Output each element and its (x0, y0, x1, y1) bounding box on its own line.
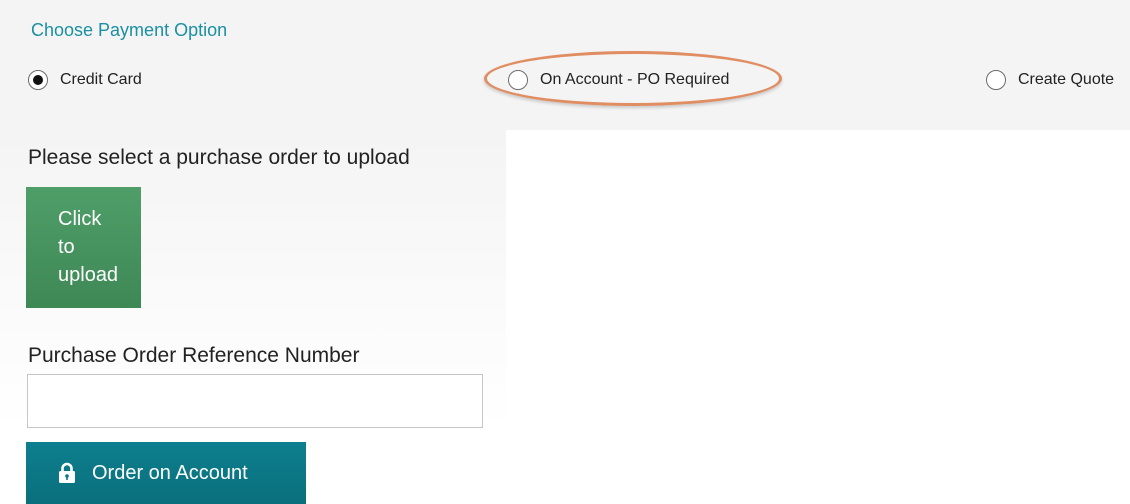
on-account-radio[interactable] (508, 70, 528, 90)
credit-card-radio[interactable] (28, 70, 48, 90)
po-reference-input[interactable] (27, 374, 483, 428)
payment-section-title: Choose Payment Option (31, 20, 228, 40)
credit-card-option[interactable]: Credit Card (28, 68, 142, 92)
po-reference-label: Purchase Order Reference Number (28, 344, 360, 367)
create-quote-label: Create Quote (1018, 71, 1115, 88)
credit-card-label: Credit Card (60, 71, 142, 88)
create-quote-radio[interactable] (986, 70, 1006, 90)
upload-button-line: Click (58, 208, 102, 230)
order-on-account-button[interactable]: Order on Account (26, 442, 306, 504)
upload-button-line: to (58, 236, 75, 258)
upload-button[interactable]: Click to upload (26, 187, 141, 308)
on-account-option[interactable]: On Account - PO Required (508, 68, 729, 92)
create-quote-option[interactable]: Create Quote (986, 68, 1114, 92)
upload-button-line: upload (58, 264, 119, 286)
on-account-label: On Account - PO Required (540, 71, 730, 88)
lock-icon (59, 462, 75, 483)
upload-prompt: Please select a purchase order to upload (28, 146, 410, 169)
order-button-label: Order on Account (92, 461, 248, 484)
